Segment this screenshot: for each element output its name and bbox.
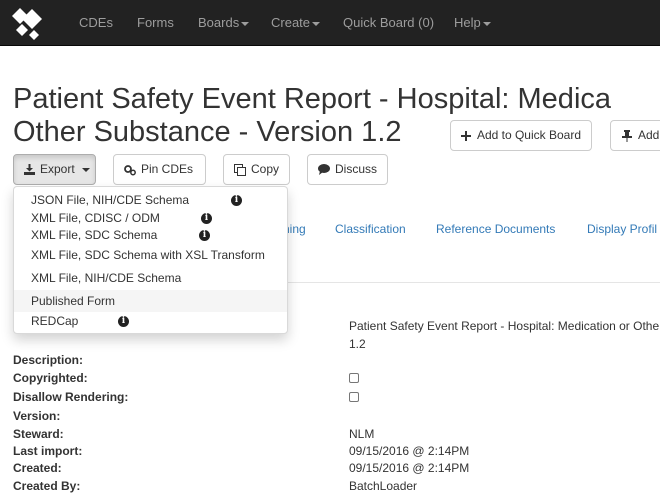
export-dropdown-menu: JSON File, NIH/CDE Schema i XML File, CD… xyxy=(13,186,288,334)
created-by-value: BatchLoader xyxy=(349,479,418,493)
add-to-board-button[interactable]: Add t xyxy=(610,120,660,151)
pin-cdes-button[interactable]: Pin CDEs xyxy=(113,154,206,185)
steward-label: Steward: xyxy=(13,427,64,441)
nav-quick-board[interactable]: Quick Board (0) xyxy=(343,15,434,31)
copy-icon xyxy=(234,163,246,176)
copy-button[interactable]: Copy xyxy=(223,154,290,185)
export-xml-nih-cde[interactable]: XML File, NIH/CDE Schema xyxy=(14,268,287,288)
info-icon[interactable]: i xyxy=(231,195,242,206)
menu-item-label: XML File, CDISC / ODM xyxy=(31,211,160,225)
form-name-value-line-2: 1.2 xyxy=(349,337,366,351)
caret-down-icon xyxy=(241,21,250,26)
discuss-button[interactable]: Discuss xyxy=(307,154,388,185)
copyrighted-checkbox[interactable] xyxy=(349,373,359,383)
caret-down-icon xyxy=(81,167,90,172)
top-navbar: CDEs Forms Boards Create Quick Board (0)… xyxy=(0,0,660,46)
nav-create-label: Create xyxy=(271,15,311,30)
copy-label: Copy xyxy=(251,162,280,176)
created-value: 09/15/2016 @ 2:14PM xyxy=(349,461,470,475)
info-icon[interactable]: i xyxy=(201,213,212,224)
info-icon[interactable]: i xyxy=(199,230,210,241)
created-by-label: Created By: xyxy=(13,479,81,493)
export-label: Export xyxy=(40,162,75,176)
export-published-form[interactable]: Published Form xyxy=(14,290,287,312)
export-xml-sdc[interactable]: XML File, SDC Schema i xyxy=(14,225,287,245)
copyrighted-label: Copyrighted: xyxy=(13,371,88,385)
nav-create[interactable]: Create xyxy=(271,15,321,31)
pushpin-icon xyxy=(621,129,633,142)
page-title-line-1: Patient Safety Event Report - Hospital: … xyxy=(13,83,612,115)
nav-forms[interactable]: Forms xyxy=(137,15,174,31)
nlm-cde-logo-icon[interactable] xyxy=(12,6,46,40)
add-to-quick-board-label: Add to Quick Board xyxy=(476,128,581,142)
menu-item-label: JSON File, NIH/CDE Schema xyxy=(31,193,190,207)
menu-item-label: XML File, SDC Schema with XSL Transform xyxy=(31,248,265,262)
menu-item-label: XML File, NIH/CDE Schema xyxy=(31,271,182,285)
last-import-value: 09/15/2016 @ 2:14PM xyxy=(349,444,470,458)
version-label: Version: xyxy=(13,409,61,423)
steward-value: NLM xyxy=(349,427,375,441)
pin-cdes-label: Pin CDEs xyxy=(141,162,194,176)
disallow-rendering-checkbox[interactable] xyxy=(349,392,359,402)
description-label: Description: xyxy=(13,353,84,367)
download-icon xyxy=(24,164,35,176)
plus-icon xyxy=(461,130,472,142)
page-title-line-2: Other Substance - Version 1.2 xyxy=(13,116,402,148)
export-json-nih-cde[interactable]: JSON File, NIH/CDE Schema i xyxy=(14,190,287,210)
comment-icon xyxy=(318,164,330,176)
nav-boards[interactable]: Boards xyxy=(198,15,250,31)
tab-reference-documents[interactable]: Reference Documents xyxy=(436,222,555,236)
add-to-quick-board-button[interactable]: Add to Quick Board xyxy=(450,120,592,151)
add-to-board-label: Add t xyxy=(638,128,660,142)
caret-down-icon xyxy=(482,21,491,26)
menu-item-label: XML File, SDC Schema xyxy=(31,228,158,242)
form-name-value-line-1: Patient Safety Event Report - Hospital: … xyxy=(349,319,660,333)
menu-item-label: REDCap xyxy=(31,314,79,328)
export-xml-sdc-xsl[interactable]: XML File, SDC Schema with XSL Transform xyxy=(14,245,287,265)
created-label: Created: xyxy=(13,461,62,475)
nav-boards-label: Boards xyxy=(198,15,240,30)
export-button[interactable]: Export xyxy=(13,154,96,185)
tab-classification[interactable]: Classification xyxy=(335,222,406,236)
nav-help-label: Help xyxy=(454,15,481,30)
discuss-label: Discuss xyxy=(335,162,378,176)
info-icon[interactable]: i xyxy=(118,316,129,327)
menu-item-label: Published Form xyxy=(31,294,116,308)
tab-display-profiles[interactable]: Display Profil xyxy=(587,222,657,236)
export-redcap[interactable]: REDCap i xyxy=(14,311,287,331)
disallow-rendering-label: Disallow Rendering: xyxy=(13,390,129,404)
gears-icon xyxy=(124,164,136,176)
last-import-label: Last import: xyxy=(13,444,83,458)
nav-cdes[interactable]: CDEs xyxy=(79,15,113,31)
nav-help[interactable]: Help xyxy=(454,15,491,31)
caret-down-icon xyxy=(312,21,321,26)
